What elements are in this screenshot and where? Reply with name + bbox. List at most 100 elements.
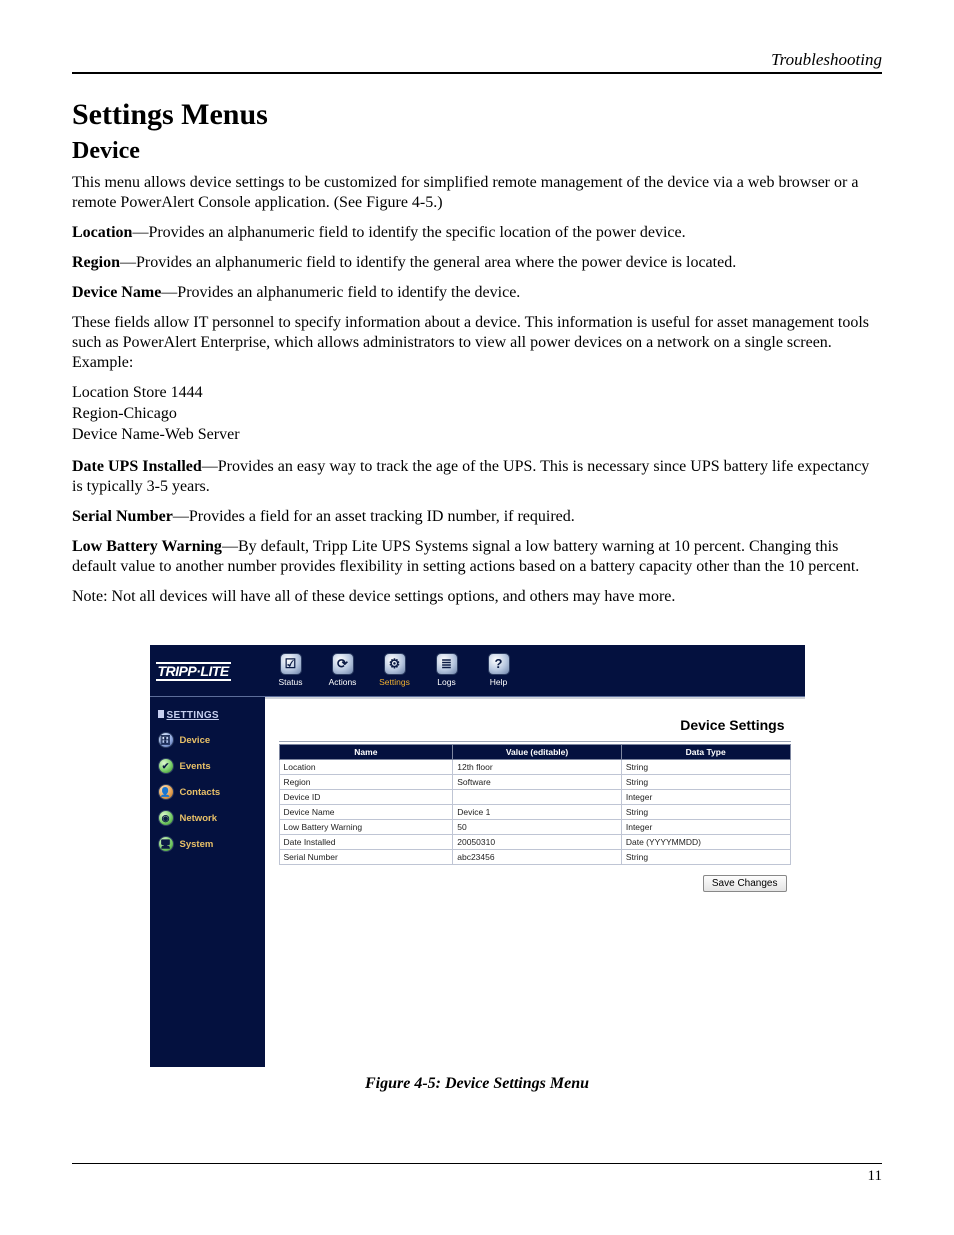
- device-name-text: —Provides an alphanumeric field to ident…: [161, 284, 520, 301]
- brand-logo: TRIPP·LITE: [156, 662, 231, 681]
- events-icon: ✔: [158, 758, 174, 774]
- region-label: Region: [72, 254, 120, 271]
- sidebar-item-label: System: [180, 839, 214, 850]
- cell-name: Location: [279, 760, 453, 775]
- cell-value[interactable]: Software: [453, 775, 622, 790]
- settings-table: Name Value (editable) Data Type Location…: [279, 744, 791, 865]
- cell-value[interactable]: 50: [453, 820, 622, 835]
- toolbar-item-status[interactable]: ☑ Status: [271, 653, 311, 690]
- toolbar-label: Help: [490, 677, 507, 687]
- date-ups-paragraph: Date UPS Installed—Provides an easy way …: [72, 457, 882, 497]
- cell-name: Date Installed: [279, 835, 453, 850]
- sidebar-item-label: Network: [180, 813, 217, 824]
- table-row: RegionSoftwareString: [279, 775, 790, 790]
- cell-value[interactable]: [453, 790, 622, 805]
- cell-type: Date (YYYYMMDD): [621, 835, 790, 850]
- col-header-name: Name: [279, 745, 453, 760]
- sidebar-item-label: Events: [180, 761, 211, 772]
- figure-caption: Figure 4-5: Device Settings Menu: [72, 1075, 882, 1093]
- cell-value[interactable]: abc23456: [453, 850, 622, 865]
- region-paragraph: Region—Provides an alphanumeric field to…: [72, 253, 882, 273]
- table-row: Device NameDevice 1String: [279, 805, 790, 820]
- page-title: Settings Menus: [72, 98, 882, 132]
- note-paragraph: Note: Not all devices will have all of t…: [72, 587, 882, 607]
- app-sidebar: SETTINGS 🗄 Device ✔ Events 👤 Contacts ◉ Network…: [150, 697, 265, 1067]
- cell-name: Region: [279, 775, 453, 790]
- col-header-type: Data Type: [621, 745, 790, 760]
- toolbar-label: Actions: [329, 677, 357, 687]
- low-battery-paragraph: Low Battery Warning—By default, Tripp Li…: [72, 537, 882, 577]
- intro-paragraph: This menu allows device settings to be c…: [72, 173, 882, 213]
- example-line-2: Region-Chicago: [72, 404, 882, 425]
- location-label: Location: [72, 224, 132, 241]
- cell-value[interactable]: Device 1: [453, 805, 622, 820]
- app-header: TRIPP·LITE ☑ Status ⟳ Actions ⚙ Settings ≣ Logs…: [150, 645, 805, 697]
- sidebar-item-label: Device: [180, 735, 211, 746]
- sidebar-item-label: Contacts: [180, 787, 221, 798]
- system-icon: 🖥: [158, 836, 174, 852]
- toolbar-label: Logs: [437, 677, 455, 687]
- sidebar-item-contacts[interactable]: 👤 Contacts: [150, 779, 265, 805]
- cell-type: String: [621, 850, 790, 865]
- toolbar-label: Settings: [379, 677, 410, 687]
- settings-icon: ⚙: [384, 653, 406, 675]
- date-ups-label: Date UPS Installed: [72, 458, 202, 475]
- save-changes-button[interactable]: Save Changes: [703, 875, 787, 892]
- app-content: Device Settings Name Value (editable) Da…: [265, 697, 805, 1067]
- cell-name: Device Name: [279, 805, 453, 820]
- toolbar-item-logs[interactable]: ≣ Logs: [427, 653, 467, 690]
- fields-paragraph: These fields allow IT personnel to speci…: [72, 313, 882, 373]
- device-icon: 🗄: [158, 732, 174, 748]
- table-row: Serial Numberabc23456String: [279, 850, 790, 865]
- contacts-icon: 👤: [158, 784, 174, 800]
- example-block: Location Store 1444 Region-Chicago Devic…: [72, 383, 882, 445]
- serial-paragraph: Serial Number—Provides a field for an as…: [72, 507, 882, 527]
- page-number: 11: [868, 1168, 882, 1184]
- cell-type: String: [621, 775, 790, 790]
- page-subtitle: Device: [72, 138, 882, 165]
- help-icon: ?: [488, 653, 510, 675]
- sidebar-item-device[interactable]: 🗄 Device: [150, 727, 265, 753]
- app-toolbar: ☑ Status ⟳ Actions ⚙ Settings ≣ Logs? Help: [265, 645, 519, 697]
- cell-type: Integer: [621, 820, 790, 835]
- toolbar-item-settings[interactable]: ⚙ Settings: [375, 653, 415, 690]
- sidebar-item-system[interactable]: 🖥 System: [150, 831, 265, 857]
- network-icon: ◉: [158, 810, 174, 826]
- cell-name: Serial Number: [279, 850, 453, 865]
- region-text: —Provides an alphanumeric field to ident…: [120, 254, 736, 271]
- logs-icon: ≣: [436, 653, 458, 675]
- page-footer: 11: [72, 1163, 882, 1185]
- sidebar-item-events[interactable]: ✔ Events: [150, 753, 265, 779]
- table-row: Date Installed20050310Date (YYYYMMDD): [279, 835, 790, 850]
- device-name-paragraph: Device Name—Provides an alphanumeric fie…: [72, 283, 882, 303]
- col-header-value: Value (editable): [453, 745, 622, 760]
- app-screenshot: TRIPP·LITE ☑ Status ⟳ Actions ⚙ Settings ≣ Logs…: [150, 645, 805, 1067]
- table-row: Low Battery Warning50Integer: [279, 820, 790, 835]
- low-battery-label: Low Battery Warning: [72, 538, 222, 555]
- serial-text: —Provides a field for an asset tracking …: [173, 508, 575, 525]
- cell-value[interactable]: 20050310: [453, 835, 622, 850]
- status-icon: ☑: [280, 653, 302, 675]
- cell-type: Integer: [621, 790, 790, 805]
- location-text: —Provides an alphanumeric field to ident…: [132, 224, 685, 241]
- actions-icon: ⟳: [332, 653, 354, 675]
- running-head: Troubleshooting: [72, 50, 882, 74]
- example-line-1: Location Store 1444: [72, 383, 882, 404]
- cell-value[interactable]: 12th floor: [453, 760, 622, 775]
- toolbar-item-actions[interactable]: ⟳ Actions: [323, 653, 363, 690]
- sidebar-title: SETTINGS: [158, 710, 219, 721]
- sidebar-item-network[interactable]: ◉ Network: [150, 805, 265, 831]
- location-paragraph: Location—Provides an alphanumeric field …: [72, 223, 882, 243]
- table-row: Location12th floorString: [279, 760, 790, 775]
- device-name-label: Device Name: [72, 284, 161, 301]
- cell-name: Device ID: [279, 790, 453, 805]
- cell-type: String: [621, 805, 790, 820]
- app-brand: TRIPP·LITE: [150, 645, 265, 697]
- serial-label: Serial Number: [72, 508, 173, 525]
- table-row: Device ID Integer: [279, 790, 790, 805]
- content-title: Device Settings: [279, 709, 791, 742]
- cell-name: Low Battery Warning: [279, 820, 453, 835]
- toolbar-item-help[interactable]: ? Help: [479, 653, 519, 690]
- example-line-3: Device Name-Web Server: [72, 425, 882, 446]
- toolbar-label: Status: [278, 677, 302, 687]
